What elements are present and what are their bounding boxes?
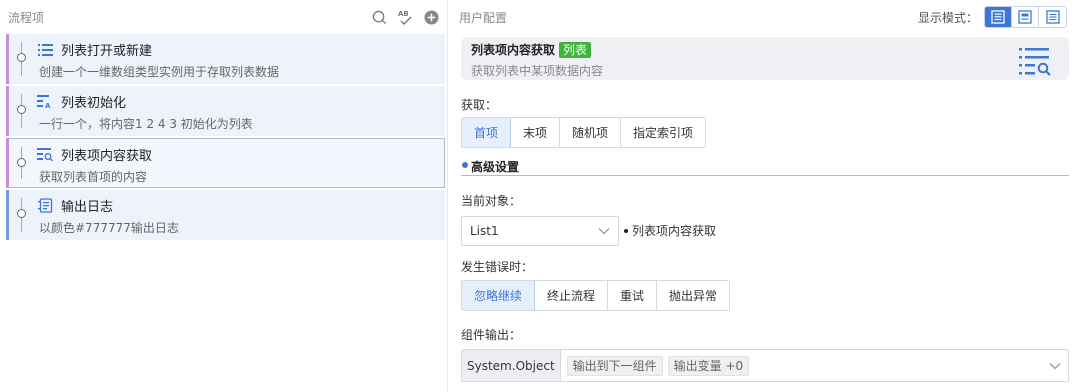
list-init-icon: A (37, 94, 53, 110)
log-icon (37, 198, 53, 214)
step-desc: 获取列表首项的内容 (39, 170, 148, 184)
step-title: 输出日志 (37, 196, 113, 215)
spell-check-icon[interactable]: AB (397, 9, 413, 25)
component-desc: 获取列表中某项数据内容 (471, 64, 604, 78)
advanced-settings-header[interactable]: 高级设置 (461, 158, 1069, 176)
target-object-label: 当前对象： (461, 194, 522, 208)
component-name: 列表项内容获取 (471, 43, 556, 57)
flow-step-item[interactable]: 输出日志 以颜色#777777输出日志 (6, 190, 445, 240)
flow-step-item-selected[interactable]: 列表项内容获取 获取列表首项的内容 (6, 138, 445, 188)
flow-items-panel: 流程项 AB 列表打开或新建 创建一个一维数组类型实例用于存取列表数据 A 列表… (0, 0, 448, 392)
on-error-option-retry[interactable]: 重试 (608, 281, 658, 310)
step-title: A 列表初始化 (37, 92, 126, 111)
component-title: 列表项内容获取 列表 (471, 41, 592, 58)
user-config-header: 用户配置 显示模式： (449, 0, 1077, 34)
mode-list-icon[interactable] (1039, 7, 1066, 27)
flow-step-item[interactable]: A 列表初始化 一行一个，将内容1 2 4 3 初始化为列表 (6, 86, 445, 136)
fetch-option-first[interactable]: 首项 (462, 118, 512, 147)
step-title-text: 列表初始化 (61, 96, 127, 111)
step-title-text: 列表项内容获取 (61, 149, 153, 164)
fetch-option-last[interactable]: 末项 (511, 118, 561, 147)
step-connector (16, 34, 28, 84)
user-config-title: 用户配置 (459, 10, 508, 25)
fetch-label: 获取： (461, 98, 498, 112)
on-error-option-throw[interactable]: 抛出异常 (657, 281, 729, 310)
step-title: 列表打开或新建 (37, 40, 152, 59)
display-mode-toggle (984, 6, 1067, 28)
add-circle-icon[interactable] (423, 9, 439, 25)
on-error-option-group: 忽略继续 终止流程 重试 抛出异常 (461, 280, 731, 311)
fetch-option-index[interactable]: 指定索引项 (621, 118, 705, 147)
step-title: 列表项内容获取 (37, 145, 152, 164)
app-root: 流程项 AB 列表打开或新建 创建一个一维数组类型实例用于存取列表数据 A 列表… (0, 0, 1077, 392)
list-search-icon (37, 147, 53, 163)
note-bullet (624, 228, 628, 233)
output-chips: 输出到下一组件 输出变量 +0 (561, 355, 1042, 376)
flow-items-header: 流程项 AB (0, 0, 447, 34)
output-type: System.Object (462, 350, 561, 381)
flow-step-list: 列表打开或新建 创建一个一维数组类型实例用于存取列表数据 A 列表初始化 一行一… (0, 34, 447, 240)
flow-step-item[interactable]: 列表打开或新建 创建一个一维数组类型实例用于存取列表数据 (6, 34, 445, 84)
list-icon (37, 42, 53, 58)
step-desc: 创建一个一维数组类型实例用于存取列表数据 (39, 65, 280, 79)
fetch-option-random[interactable]: 随机项 (560, 118, 622, 147)
step-connector (16, 190, 28, 240)
component-output-field[interactable]: System.Object 输出到下一组件 输出变量 +0 (461, 349, 1069, 382)
component-info-card: 列表项内容获取 列表 获取列表中某项数据内容 (461, 37, 1069, 80)
display-mode-label: 显示模式： (917, 10, 978, 25)
search-icon[interactable] (371, 9, 387, 25)
chevron-down-icon (598, 224, 610, 238)
fetch-option-group: 首项 末项 随机项 指定索引项 (461, 117, 707, 148)
output-chip: 输出到下一组件 (566, 355, 663, 376)
user-config-panel: 用户配置 显示模式： 列表项内容获取 列表 获取列表中某项数据内容 获取： 首项… (449, 0, 1077, 392)
target-object-select[interactable]: List1 (461, 216, 619, 246)
svg-text:AB: AB (398, 10, 409, 18)
target-object-note-text: 列表项内容获取 (632, 224, 717, 238)
target-object-value: List1 (470, 224, 499, 238)
step-title-text: 列表打开或新建 (61, 44, 153, 59)
output-chip: 输出变量 +0 (667, 355, 750, 376)
target-object-note: 列表项内容获取 (624, 222, 716, 239)
step-title-text: 输出日志 (61, 200, 114, 215)
component-type-tag: 列表 (559, 41, 592, 58)
step-desc: 以颜色#777777输出日志 (39, 221, 179, 235)
on-error-label: 发生错误时： (461, 260, 534, 274)
mode-full-icon[interactable] (985, 7, 1012, 27)
mode-compact-icon[interactable] (1012, 7, 1039, 27)
list-search-icon (1019, 45, 1051, 77)
on-error-option-stop[interactable]: 终止流程 (535, 281, 609, 310)
step-connector (16, 139, 28, 187)
flow-items-toolbar: AB (371, 9, 439, 25)
chevron-down-icon[interactable] (1042, 362, 1068, 370)
flow-items-title: 流程项 (8, 10, 45, 25)
component-output-label: 组件输出： (461, 328, 522, 342)
step-desc: 一行一个，将内容1 2 4 3 初始化为列表 (39, 117, 253, 131)
advanced-settings-title: 高级设置 (471, 160, 520, 174)
on-error-option-ignore[interactable]: 忽略继续 (462, 281, 536, 310)
section-bullet (462, 162, 468, 168)
step-connector (16, 86, 28, 136)
svg-text:A: A (45, 102, 51, 109)
